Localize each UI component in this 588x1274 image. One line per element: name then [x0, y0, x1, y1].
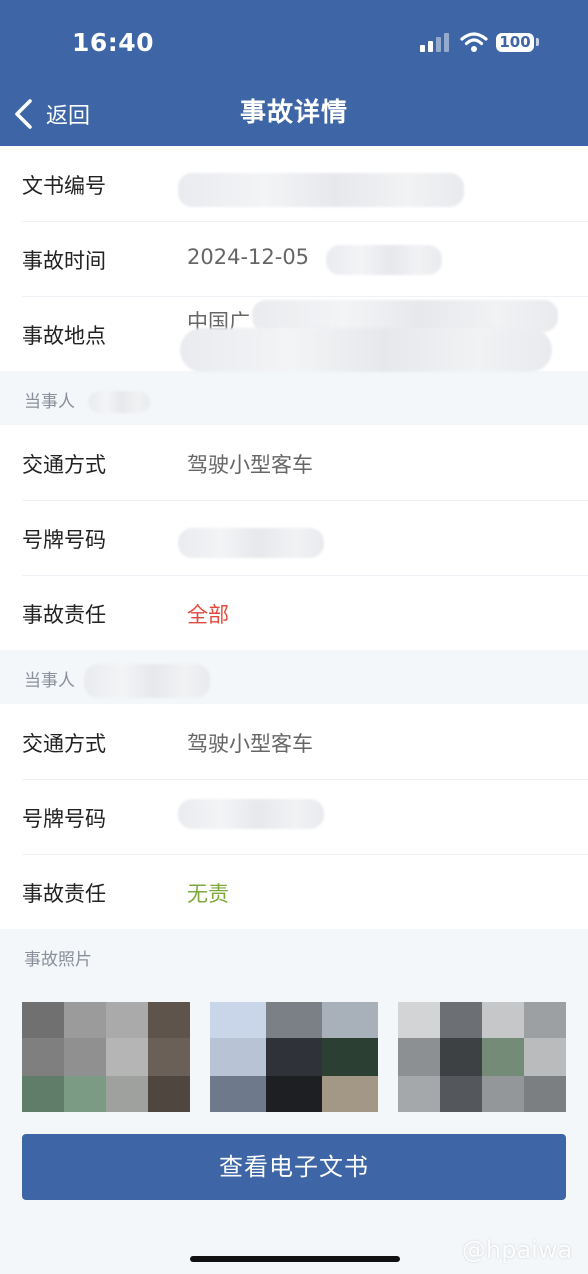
watermark: @hpaiwa: [462, 1236, 573, 1264]
party-1-header-label: 当事人: [24, 392, 75, 412]
location-row: 事故地点 中国广: [0, 296, 588, 372]
cellular-signal-icon: [420, 32, 452, 52]
responsibility-label: 事故责任: [22, 603, 106, 627]
time-value: 2024-12-05: [187, 245, 310, 269]
party-1-traffic-row: 交通方式 驾驶小型客车: [0, 425, 588, 500]
photo-thumbnail[interactable]: [22, 1002, 190, 1112]
redacted-party-2-name: [84, 664, 210, 698]
party-1-responsibility-row: 事故责任 全部: [0, 575, 588, 650]
status-time: 16:40: [72, 28, 155, 57]
party-1-card: 交通方式 驾驶小型客车 号牌号码 事故责任 全部: [0, 425, 588, 650]
view-e-document-button[interactable]: 查看电子文书: [22, 1134, 566, 1200]
page-title: 事故详情: [239, 98, 348, 128]
photo-thumbnail[interactable]: [398, 1002, 566, 1112]
party-2-responsibility-row: 事故责任 无责: [0, 854, 588, 929]
party-2-plate-row: 号牌号码: [0, 779, 588, 854]
redacted-time: [326, 245, 442, 275]
photos-header: 事故照片: [0, 929, 588, 983]
time-label: 事故时间: [22, 249, 106, 273]
party-2-card: 交通方式 驾驶小型客车 号牌号码 事故责任 无责: [0, 704, 588, 929]
traffic-mode-label: 交通方式: [22, 453, 106, 477]
photo-gallery: [22, 1002, 566, 1112]
party-2-traffic-row: 交通方式 驾驶小型客车: [0, 704, 588, 779]
wifi-icon: [460, 32, 488, 52]
photo-thumbnail[interactable]: [210, 1002, 378, 1112]
responsibility-label: 事故责任: [22, 882, 106, 906]
photos-label: 事故照片: [24, 950, 92, 970]
home-indicator[interactable]: [190, 1256, 400, 1262]
traffic-mode-value: 驾驶小型客车: [187, 732, 313, 756]
party-2-header: 当事人: [0, 650, 588, 704]
redacted-doc-number: [178, 173, 464, 207]
battery-cap: [536, 38, 539, 46]
traffic-mode-label: 交通方式: [22, 732, 106, 756]
plate-label: 号牌号码: [22, 528, 106, 552]
redacted-plate: [178, 528, 324, 558]
redacted-location-line2: [180, 328, 552, 372]
traffic-mode-value: 驾驶小型客车: [187, 453, 313, 477]
document-card: 文书编号 事故时间 2024-12-05 事故地点 中国广: [0, 146, 588, 372]
detail-content: 文书编号 事故时间 2024-12-05 事故地点 中国广 当事人 交通方式 驾…: [0, 146, 588, 983]
time-row: 事故时间 2024-12-05: [0, 221, 588, 296]
redacted-party-1-name: [88, 391, 150, 413]
battery-icon: 100: [496, 33, 534, 52]
doc-number-label: 文书编号: [22, 174, 106, 198]
party-1-header: 当事人: [0, 371, 588, 425]
responsibility-value: 无责: [187, 882, 229, 906]
party-2-header-label: 当事人: [24, 671, 75, 691]
header: 16:40 100 返回 事故详情: [0, 0, 588, 146]
responsibility-value: 全部: [187, 603, 229, 627]
redacted-plate: [178, 799, 324, 829]
location-label: 事故地点: [22, 324, 106, 348]
plate-label: 号牌号码: [22, 807, 106, 831]
party-1-plate-row: 号牌号码: [0, 500, 588, 575]
doc-number-row: 文书编号: [0, 146, 588, 221]
